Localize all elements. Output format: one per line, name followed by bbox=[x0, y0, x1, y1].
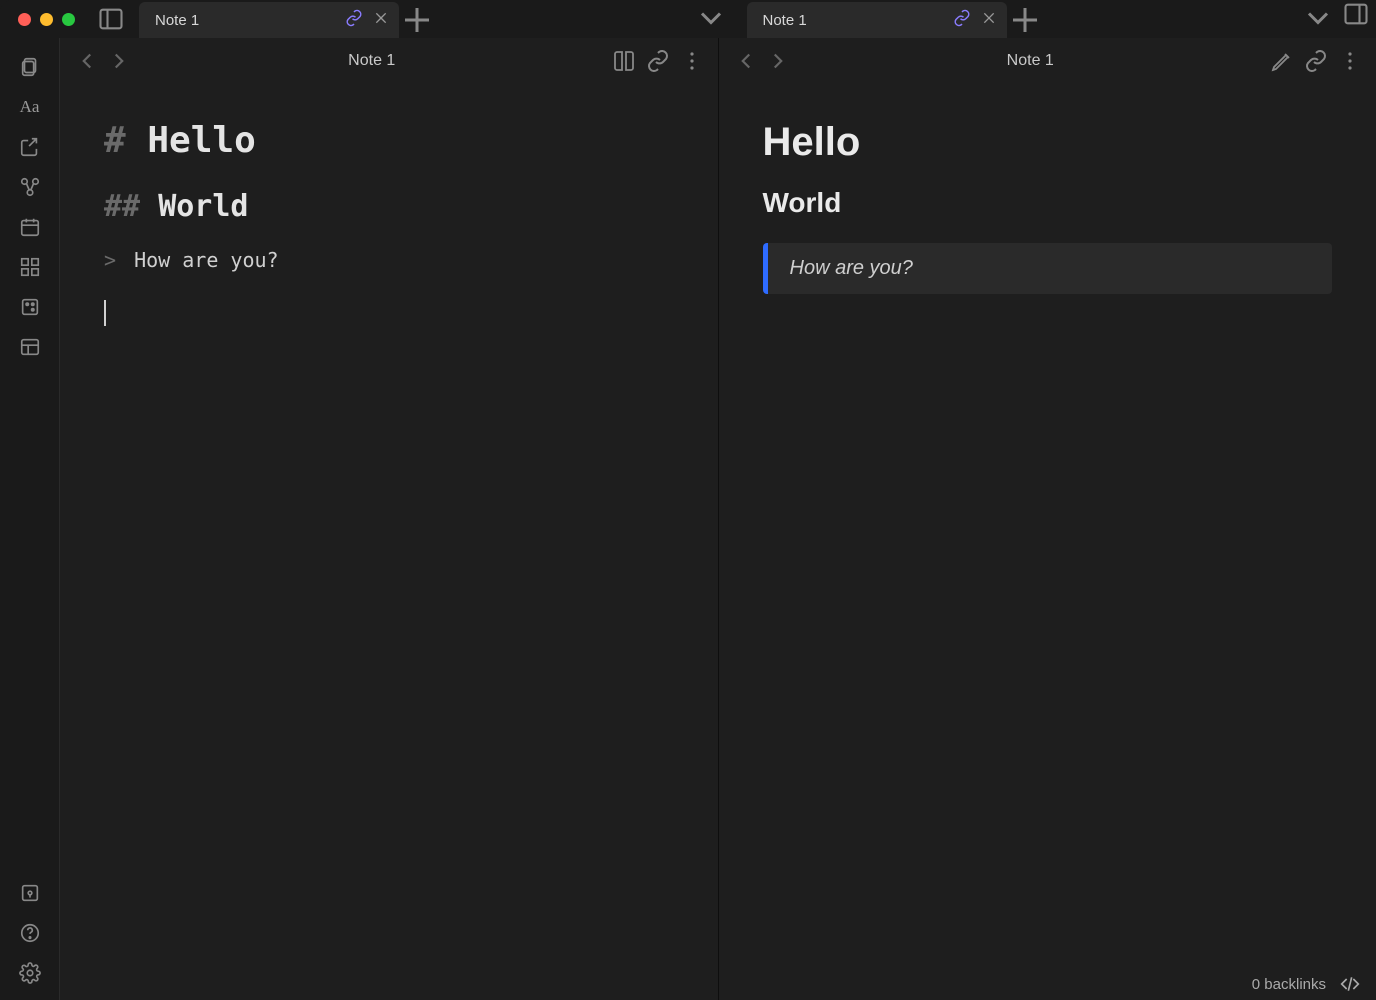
font-icon[interactable]: Aa bbox=[19, 96, 41, 118]
status-bar: 0 backlinks bbox=[1236, 968, 1376, 1000]
pane-left-source: Note 1 # Hello ## World bbox=[60, 38, 718, 1000]
link-icon[interactable] bbox=[953, 9, 971, 31]
editor-line-h1: # Hello bbox=[104, 120, 674, 161]
tab-dropdown-left[interactable] bbox=[693, 0, 729, 36]
open-file-icon[interactable] bbox=[19, 136, 41, 158]
markdown-editor[interactable]: # Hello ## World > How are you? bbox=[60, 84, 718, 1000]
pane-header-right: Note 1 bbox=[719, 38, 1376, 84]
tab-title: Note 1 bbox=[155, 12, 199, 29]
maximize-window-button[interactable] bbox=[62, 13, 75, 26]
editor-line-h2: ## World bbox=[104, 189, 674, 224]
help-icon[interactable] bbox=[19, 922, 41, 944]
new-tab-button-right[interactable] bbox=[1007, 2, 1043, 38]
markdown-preview[interactable]: Hello World How are you? bbox=[719, 84, 1376, 1000]
quote-marker: > bbox=[104, 248, 116, 272]
files-icon[interactable] bbox=[19, 56, 41, 78]
main-area: Aa bbox=[0, 38, 1376, 1000]
editor-cursor-line bbox=[104, 300, 674, 326]
left-ribbon: Aa bbox=[0, 38, 60, 1000]
new-tab-button-left[interactable] bbox=[399, 2, 435, 38]
tab-note-left[interactable]: Note 1 bbox=[139, 2, 399, 38]
text-cursor bbox=[104, 300, 106, 326]
close-window-button[interactable] bbox=[18, 13, 31, 26]
preview-blockquote: How are you? bbox=[763, 243, 1333, 294]
tab-group-right: Note 1 bbox=[747, 0, 1043, 38]
editor-line-quote: > How are you? bbox=[104, 248, 674, 272]
backlinks-count[interactable]: 0 backlinks bbox=[1252, 976, 1326, 993]
nav-back-button[interactable] bbox=[733, 48, 759, 74]
h1-text: Hello bbox=[147, 120, 255, 161]
graph-icon[interactable] bbox=[19, 176, 41, 198]
pane-title-left[interactable]: Note 1 bbox=[140, 52, 604, 70]
split-panes: Note 1 # Hello ## World bbox=[60, 38, 1376, 1000]
tab-dropdown-right[interactable] bbox=[1300, 0, 1336, 36]
calendar-icon[interactable] bbox=[19, 216, 41, 238]
link-icon[interactable] bbox=[345, 9, 363, 31]
tab-note-right[interactable]: Note 1 bbox=[747, 2, 1007, 38]
link-icon[interactable] bbox=[1304, 49, 1328, 73]
right-sidebar-toggle-icon[interactable] bbox=[1342, 0, 1370, 28]
more-options-icon[interactable] bbox=[1338, 49, 1362, 73]
edit-mode-icon[interactable] bbox=[1270, 49, 1294, 73]
tab-bar: Note 1 Note 1 bbox=[139, 0, 1376, 38]
nav-back-button[interactable] bbox=[74, 48, 100, 74]
tab-title: Note 1 bbox=[763, 12, 807, 29]
h2-marker: ## bbox=[104, 189, 140, 224]
link-icon[interactable] bbox=[646, 49, 670, 73]
close-tab-icon[interactable] bbox=[981, 10, 997, 30]
h1-marker: # bbox=[104, 120, 126, 161]
pane-right-preview: Note 1 Hello World How are you? bbox=[718, 38, 1376, 1000]
vault-icon[interactable] bbox=[19, 882, 41, 904]
layout-icon[interactable] bbox=[19, 336, 41, 358]
minimize-window-button[interactable] bbox=[40, 13, 53, 26]
pane-header-left: Note 1 bbox=[60, 38, 718, 84]
settings-icon[interactable] bbox=[19, 962, 41, 984]
close-tab-icon[interactable] bbox=[373, 10, 389, 30]
templates-icon[interactable] bbox=[19, 256, 41, 278]
nav-forward-button[interactable] bbox=[765, 48, 791, 74]
reading-mode-icon[interactable] bbox=[612, 49, 636, 73]
quote-text: How are you? bbox=[134, 248, 279, 272]
more-options-icon[interactable] bbox=[680, 49, 704, 73]
titlebar: Note 1 Note 1 bbox=[0, 0, 1376, 38]
left-sidebar-toggle-icon[interactable] bbox=[97, 5, 125, 33]
h2-text: World bbox=[158, 189, 248, 224]
source-mode-icon[interactable] bbox=[1340, 974, 1360, 994]
preview-h2: World bbox=[763, 187, 1333, 219]
window-controls bbox=[18, 13, 75, 26]
dice-icon[interactable] bbox=[19, 296, 41, 318]
preview-h1: Hello bbox=[763, 120, 1333, 165]
pane-title-right[interactable]: Note 1 bbox=[799, 52, 1263, 70]
nav-forward-button[interactable] bbox=[106, 48, 132, 74]
tab-group-left: Note 1 bbox=[139, 0, 435, 38]
